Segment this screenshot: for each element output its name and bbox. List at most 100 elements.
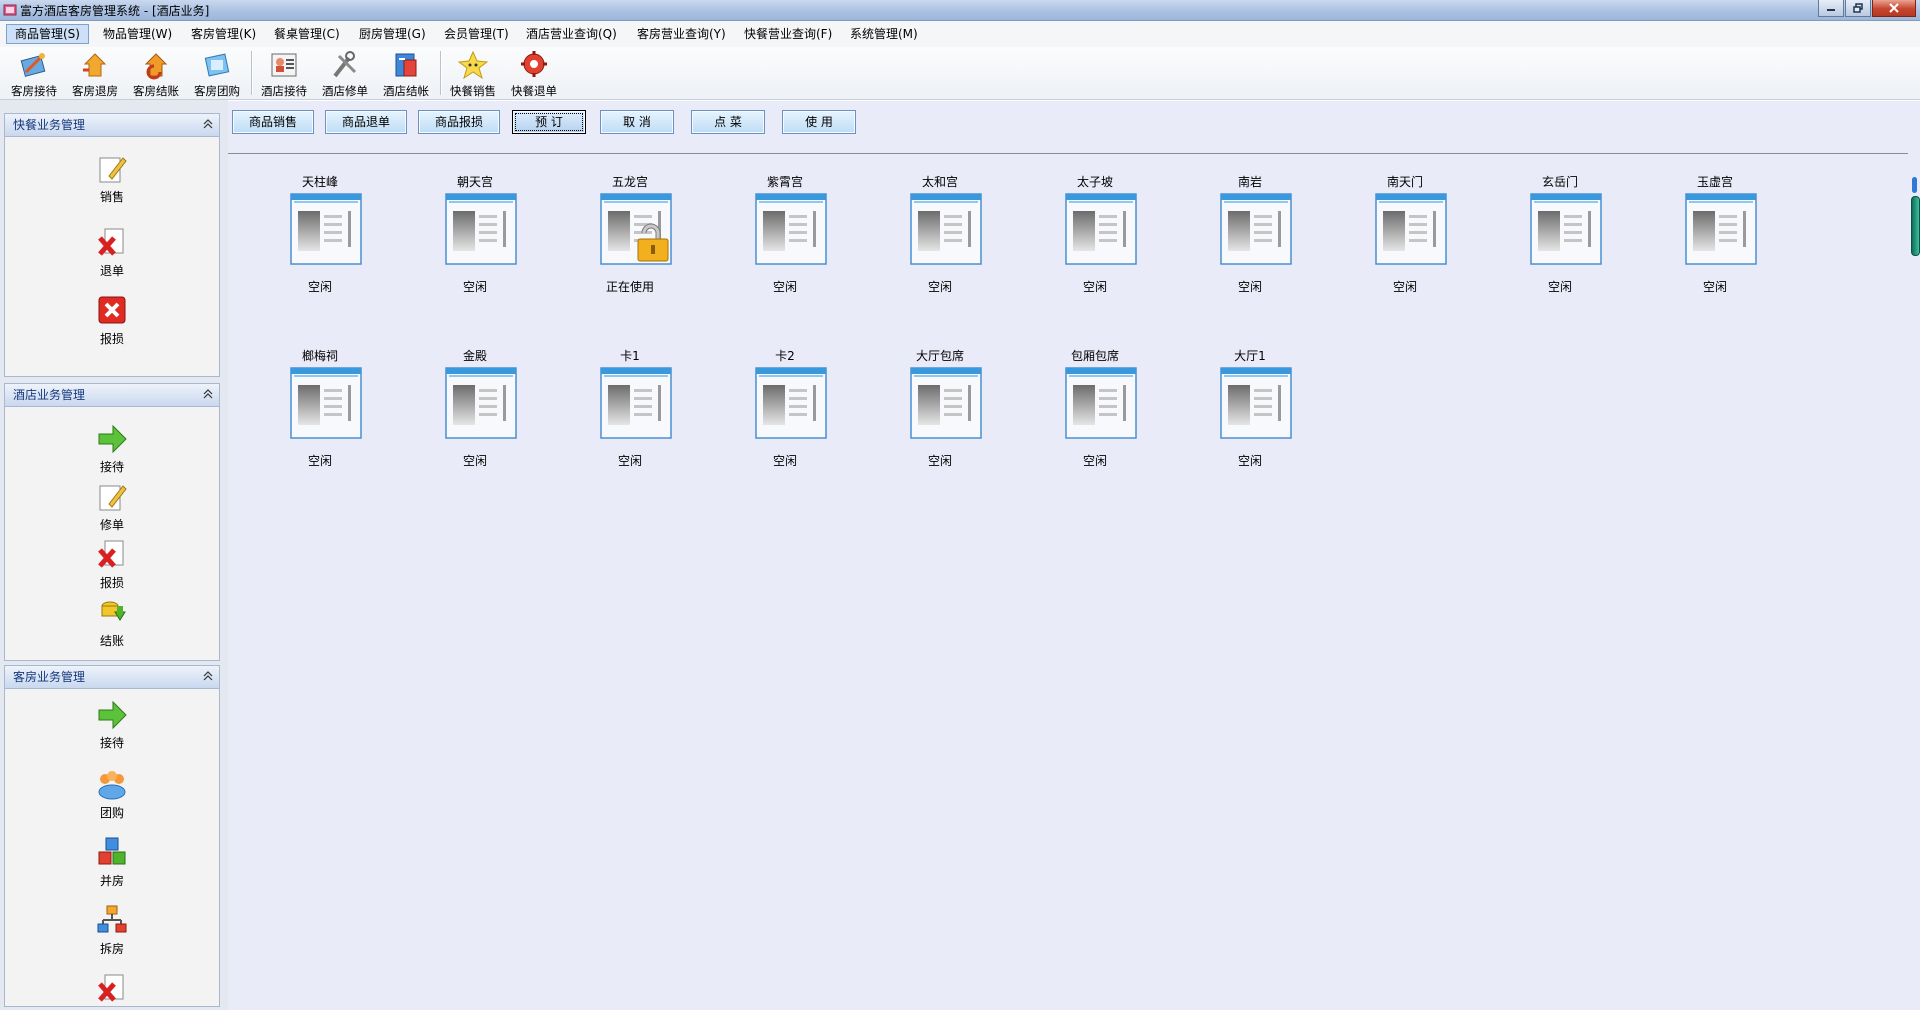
sidebar-item-hotel-edit[interactable]: 修单 xyxy=(5,480,219,536)
room-icon xyxy=(445,193,517,265)
room-card[interactable]: 太子坡 空闲 xyxy=(1023,153,1143,294)
room-status: 空闲 xyxy=(772,280,797,294)
panel-room: 客房业务管理 接待 团购 并房 拆房 xyxy=(4,665,220,1007)
room-card[interactable]: 卡1 空闲 xyxy=(558,327,678,468)
room-card[interactable]: 玄岳门 空闲 xyxy=(1488,153,1608,294)
panel-room-header[interactable]: 客房业务管理 xyxy=(5,666,219,689)
sidebar-item-room-merge[interactable]: 并房 xyxy=(5,836,219,892)
toolbar-separator xyxy=(251,51,253,95)
sidebar-item-fastfood-loss[interactable]: 报损 xyxy=(5,294,219,350)
fastfood-refund-icon xyxy=(521,51,547,77)
room-name: 朝天宫 xyxy=(456,175,493,189)
menu-hotel-query[interactable]: 酒店营业查询(Q) xyxy=(518,25,625,43)
room-card[interactable]: 南天门 空闲 xyxy=(1333,153,1453,294)
panel-hotel-header[interactable]: 酒店业务管理 xyxy=(5,384,219,407)
sidebar-item-room-cancel[interactable] xyxy=(5,972,219,1006)
sidebar-item-hotel-reception[interactable]: 接待 xyxy=(5,422,219,478)
room-name: 太和宫 xyxy=(921,175,958,189)
title-bar: 富方酒店客房管理系统 - [酒店业务] xyxy=(0,0,1920,21)
scrollbar-thumb[interactable] xyxy=(1911,196,1920,256)
room-name: 玄岳门 xyxy=(1541,175,1578,189)
room-card[interactable]: 大厅包席 空闲 xyxy=(868,327,988,468)
room-card[interactable]: 朝天宫 空闲 xyxy=(403,153,523,294)
menu-bar: 商品管理(S) 物品管理(W) 客房管理(K) 餐桌管理(C) 厨房管理(G) … xyxy=(0,21,1920,48)
menu-system[interactable]: 系统管理(M) xyxy=(842,25,926,43)
room-card[interactable]: 紫霄宫 空闲 xyxy=(713,153,833,294)
room-icon xyxy=(1220,193,1292,265)
vertical-scrollbar[interactable] xyxy=(1908,101,1920,1010)
room-locked-icon xyxy=(600,193,672,265)
menu-kitchen[interactable]: 厨房管理(G) xyxy=(351,25,434,43)
room-grid: 天柱峰 空闲 朝天宫 空闲 五龙宫 正在使用 紫霄宫 空闲 太和宫 空闲 太子坡 空闲 南岩 空闲 南天门空… xyxy=(228,153,1908,1010)
close-button[interactable] xyxy=(1872,0,1916,17)
room-name: 大厅包席 xyxy=(915,349,964,363)
cancel-button[interactable]: 取 消 xyxy=(600,110,674,134)
room-status: 空闲 xyxy=(1237,454,1262,468)
panel-fastfood-header[interactable]: 快餐业务管理 xyxy=(5,114,219,137)
room-icon xyxy=(755,367,827,439)
sidebar-item-room-group[interactable]: 团购 xyxy=(5,768,219,824)
sidebar-item-room-reception[interactable]: 接待 xyxy=(5,698,219,754)
hierarchy-icon xyxy=(97,905,127,933)
room-status: 空闲 xyxy=(307,280,332,294)
menu-members[interactable]: 会员管理(T) xyxy=(436,25,517,43)
room-status: 空闲 xyxy=(1082,280,1107,294)
toolbar-room-settle[interactable]: 客房结账 xyxy=(128,49,184,98)
room-card[interactable]: 榔梅祠 空闲 xyxy=(248,327,368,468)
goods-sale-button[interactable]: 商品销售 xyxy=(232,110,314,134)
room-status: 空闲 xyxy=(1547,280,1572,294)
goods-refund-button[interactable]: 商品退单 xyxy=(325,110,407,134)
use-button[interactable]: 使 用 xyxy=(782,110,856,134)
room-card[interactable]: 五龙宫 正在使用 xyxy=(558,153,678,294)
room-card[interactable]: 大厅1 空闲 xyxy=(1178,327,1298,468)
menu-room-query[interactable]: 客房营业查询(Y) xyxy=(629,25,734,43)
room-card[interactable]: 南岩 空闲 xyxy=(1178,153,1298,294)
toolbar-hotel-reception[interactable]: 酒店接待 xyxy=(256,49,312,98)
room-name: 紫霄宫 xyxy=(766,175,803,189)
toolbar-room-checkout[interactable]: 客房退房 xyxy=(67,49,123,98)
toolbar-hotel-settle[interactable]: 酒店结帐 xyxy=(378,49,434,98)
room-status: 空闲 xyxy=(462,280,487,294)
toolbar-fastfood-sale[interactable]: 快餐销售 xyxy=(445,49,501,98)
menu-fastfood-query[interactable]: 快餐营业查询(F) xyxy=(736,25,840,43)
toolbar-room-group[interactable]: 客房团购 xyxy=(189,49,245,98)
sidebar-item-hotel-settle[interactable]: 结账 xyxy=(5,596,219,652)
document-x-icon xyxy=(98,228,124,256)
toolbar-hotel-edit-order[interactable]: 酒店修单 xyxy=(317,49,373,98)
toolbar-fastfood-refund[interactable]: 快餐退单 xyxy=(506,49,562,98)
room-name: 包厢包席 xyxy=(1070,349,1119,363)
document-x-icon xyxy=(98,974,124,1002)
sidebar-item-room-split[interactable]: 拆房 xyxy=(5,904,219,960)
sidebar-item-fastfood-sale[interactable]: 销售 xyxy=(5,152,219,208)
restore-button[interactable] xyxy=(1845,0,1871,17)
hotel-settle-icon xyxy=(395,53,417,77)
menu-tables[interactable]: 餐桌管理(C) xyxy=(266,25,348,43)
cubes-icon xyxy=(98,837,126,865)
room-checkout-icon xyxy=(83,53,107,77)
room-name: 太子坡 xyxy=(1076,175,1113,189)
main-content: 商品销售 商品退单 商品报损 预 订 取 消 点 菜 使 用 天柱峰 空闲 朝天宫空… xyxy=(228,101,1920,1010)
room-icon xyxy=(290,367,362,439)
room-card[interactable]: 天柱峰 空闲 xyxy=(248,153,368,294)
room-group-icon xyxy=(204,53,230,77)
minimize-button[interactable] xyxy=(1818,0,1844,17)
menu-items[interactable]: 物品管理(W) xyxy=(95,25,180,43)
people-group-icon xyxy=(98,771,126,800)
room-card[interactable]: 包厢包席 空闲 xyxy=(1023,327,1143,468)
menu-rooms[interactable]: 客房管理(K) xyxy=(183,25,264,43)
toolbar-room-checkin[interactable]: 客房接待 xyxy=(6,49,62,98)
room-status: 空闲 xyxy=(927,454,952,468)
room-card[interactable]: 玉虚宫 空闲 xyxy=(1643,153,1763,294)
room-card[interactable]: 卡2 空闲 xyxy=(713,327,833,468)
goods-loss-button[interactable]: 商品报损 xyxy=(418,110,500,134)
collapse-icon xyxy=(203,119,213,129)
order-dish-button[interactable]: 点 菜 xyxy=(691,110,765,134)
sidebar-item-hotel-loss[interactable]: 报损 xyxy=(5,538,219,594)
restore-icon xyxy=(1853,3,1863,13)
room-card[interactable]: 金殿 空闲 xyxy=(403,327,523,468)
reserve-button[interactable]: 预 订 xyxy=(512,110,586,134)
room-card[interactable]: 太和宫 空闲 xyxy=(868,153,988,294)
menu-goods[interactable]: 商品管理(S) xyxy=(6,24,89,44)
sidebar-item-fastfood-refund[interactable]: 退单 xyxy=(5,226,219,282)
room-icon xyxy=(1220,367,1292,439)
